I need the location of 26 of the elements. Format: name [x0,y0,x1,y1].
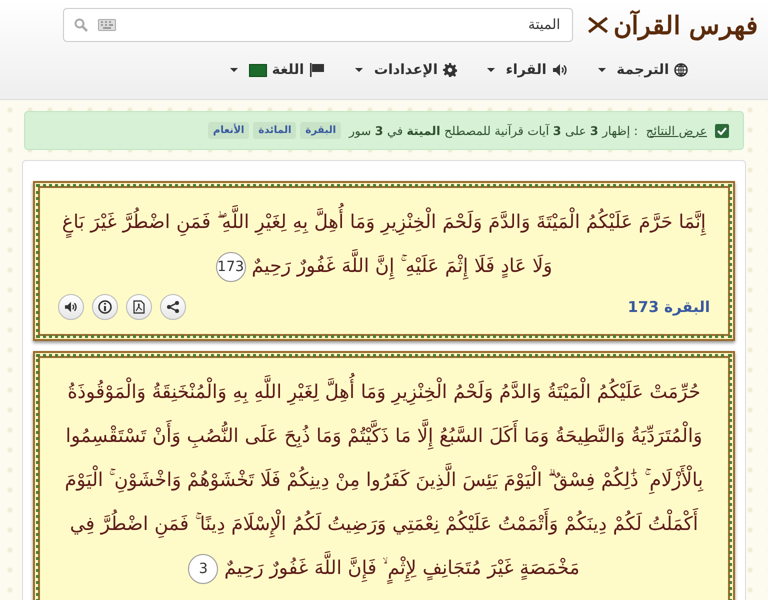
gear-icon [442,63,457,77]
search-input[interactable]: الميتة [126,16,562,34]
verse-reference[interactable]: البقرة 173 [628,298,710,316]
pdf-icon [133,300,145,314]
keyboard-icon[interactable] [98,19,116,31]
pdf-button[interactable] [126,294,152,320]
surah-tag[interactable]: الأنعام [208,122,250,139]
share-button[interactable] [160,294,186,320]
speaker-icon [552,63,568,77]
flag-icon [309,63,326,77]
search-field[interactable]: الميتة [63,8,574,42]
menu-dropdown[interactable]: الترجمة [598,62,688,78]
share-icon [166,300,180,314]
checkbox[interactable] [715,124,729,138]
site-logo-title[interactable]: فهرس القرآن [613,10,758,40]
info-button[interactable] [92,294,118,320]
speaker-icon [64,301,78,313]
menu-dropdown[interactable]: اللغة [230,62,326,78]
globe-icon [674,63,688,77]
results-link[interactable]: عرض النتائج [646,124,707,138]
surah-tag[interactable]: المائدة [253,122,296,139]
menu-dropdown[interactable]: الإعدادات [355,62,457,78]
surah-tag[interactable]: البقرة [300,122,342,139]
play-button[interactable] [58,294,84,320]
info-icon [98,300,112,314]
menu-dropdown[interactable]: القراء [486,62,568,78]
